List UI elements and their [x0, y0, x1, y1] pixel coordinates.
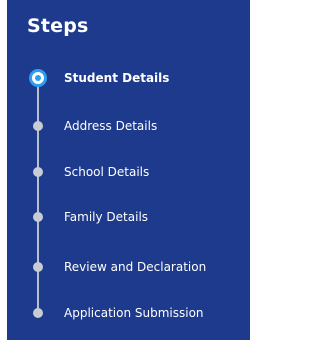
steps-title: Steps: [27, 15, 89, 37]
step-family-details[interactable]: Family Details: [27, 206, 242, 228]
step-label: School Details: [64, 165, 150, 179]
steps-panel: Steps Student Details Address Details Sc…: [7, 0, 250, 340]
step-pending-dot-icon: [33, 121, 43, 131]
step-pending-dot-icon: [33, 212, 43, 222]
step-label: Application Submission: [64, 306, 204, 320]
step-active-indicator-icon: [29, 69, 47, 87]
step-label: Review and Declaration: [64, 260, 207, 274]
step-review-and-declaration[interactable]: Review and Declaration: [27, 256, 242, 278]
step-pending-dot-icon: [33, 262, 43, 272]
step-pending-dot-icon: [33, 167, 43, 177]
step-school-details[interactable]: School Details: [27, 161, 242, 183]
step-address-details[interactable]: Address Details: [27, 115, 242, 137]
step-label: Family Details: [64, 210, 149, 224]
step-application-submission[interactable]: Application Submission: [27, 302, 242, 324]
step-label: Address Details: [64, 119, 158, 133]
step-label: Student Details: [64, 71, 170, 85]
step-student-details[interactable]: Student Details: [27, 67, 242, 89]
step-pending-dot-icon: [33, 308, 43, 318]
